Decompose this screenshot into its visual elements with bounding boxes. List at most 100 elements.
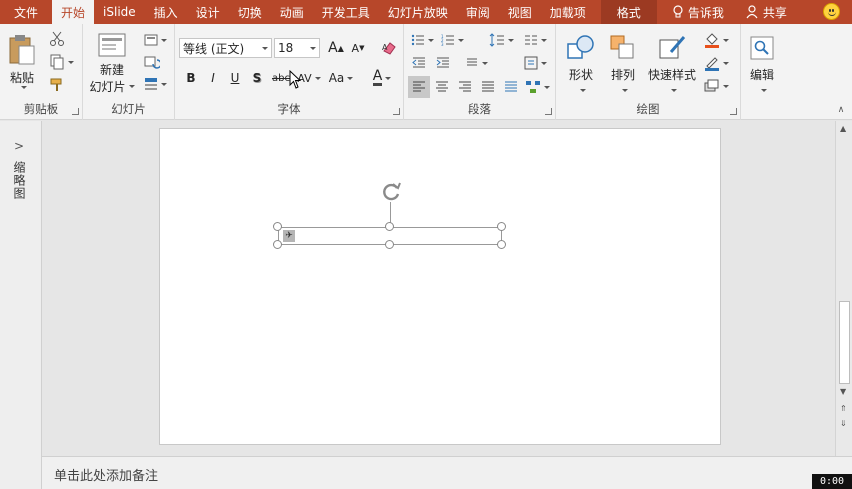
vertical-scrollbar[interactable]: ▲ ▼ ⇑ ⇓: [835, 121, 852, 456]
collapse-ribbon-icon[interactable]: ∧: [834, 104, 848, 116]
smartart-dropdown-icon: [543, 85, 550, 89]
arrange-icon: [610, 35, 634, 59]
cut-button[interactable]: [46, 29, 68, 49]
tab-file[interactable]: 文件: [0, 0, 52, 24]
scroll-thumb[interactable]: [839, 301, 850, 384]
tab-insert[interactable]: 插入: [145, 0, 187, 24]
expand-chevron-icon[interactable]: >: [14, 139, 24, 153]
font-name-value: 等线 (正文): [183, 41, 245, 56]
tab-transitions[interactable]: 切换: [229, 0, 271, 24]
justify-button[interactable]: [477, 76, 499, 98]
paragraph-launcher-icon[interactable]: [545, 108, 552, 115]
font-size-combo[interactable]: 18: [274, 38, 320, 58]
align-left-button[interactable]: [408, 76, 430, 98]
font-name-dropdown-icon[interactable]: [262, 47, 268, 50]
font-color-button[interactable]: A: [367, 68, 397, 88]
grow-font-button[interactable]: A ▲: [326, 38, 346, 58]
scissors-icon: [50, 31, 64, 46]
font-name-combo[interactable]: 等线 (正文): [179, 38, 272, 58]
share-button[interactable]: 共享: [737, 0, 796, 24]
numbering-button[interactable]: 123: [438, 30, 466, 50]
shape-outline-button[interactable]: [701, 53, 731, 73]
notes-placeholder[interactable]: 单击此处添加备注: [54, 465, 158, 484]
shape-fill-button[interactable]: [701, 30, 731, 50]
tab-addins[interactable]: 加载项: [541, 0, 595, 24]
tab-review[interactable]: 审阅: [457, 0, 499, 24]
format-painter-button[interactable]: [46, 75, 68, 95]
decrease-indent-button[interactable]: [408, 53, 430, 73]
reset-icon: [144, 56, 160, 69]
resize-handle-tm[interactable]: [385, 222, 394, 231]
clipboard-launcher-icon[interactable]: [72, 108, 79, 115]
tab-slideshow[interactable]: 幻灯片放映: [379, 0, 457, 24]
change-case-button[interactable]: Aa: [325, 68, 357, 88]
feedback-smiley-icon[interactable]: [823, 3, 840, 20]
bold-button[interactable]: B: [181, 68, 201, 88]
scroll-down-icon[interactable]: ▼: [840, 387, 846, 396]
distributed-button[interactable]: [500, 76, 522, 98]
tab-home[interactable]: 开始: [52, 0, 95, 24]
previous-slide-icon[interactable]: ⇑: [840, 404, 847, 413]
brush-icon: [50, 78, 62, 91]
section-dropdown-icon: [160, 82, 167, 86]
slide-canvas[interactable]: ✈: [159, 128, 721, 445]
tab-view[interactable]: 视图: [499, 0, 541, 24]
tab-animations[interactable]: 动画: [271, 0, 313, 24]
align-text-button[interactable]: [520, 53, 550, 73]
tab-developer[interactable]: 开发工具: [313, 0, 379, 24]
tab-format[interactable]: 格式: [600, 0, 657, 24]
columns-icon: [524, 35, 537, 45]
next-slide-icon[interactable]: ⇓: [840, 419, 847, 428]
notes-pane[interactable]: 单击此处添加备注: [42, 456, 852, 489]
char-spacing-dropdown-icon: [314, 76, 321, 80]
underline-button[interactable]: U: [225, 68, 245, 88]
quick-styles-label: 快速样式: [647, 68, 696, 82]
resize-handle-bm[interactable]: [385, 240, 394, 249]
copy-button[interactable]: [46, 52, 76, 72]
shapes-dropdown-icon: [579, 89, 586, 92]
italic-button[interactable]: I: [203, 68, 223, 88]
reset-button[interactable]: [141, 52, 163, 72]
line-spacing-button[interactable]: [486, 30, 516, 50]
copy-icon: [50, 54, 63, 70]
bullets-button[interactable]: [408, 30, 436, 50]
clear-format-button[interactable]: A: [379, 38, 399, 58]
grow-font-label: A: [328, 40, 338, 56]
section-button[interactable]: [141, 74, 169, 94]
arrange-button[interactable]: 排列: [604, 30, 642, 96]
new-slide-label-1: 新建: [99, 63, 124, 77]
resize-handle-tl[interactable]: [273, 222, 282, 231]
scroll-up-icon[interactable]: ▲: [840, 124, 846, 133]
paste-button[interactable]: 粘贴: [4, 28, 40, 94]
font-launcher-icon[interactable]: [393, 108, 400, 115]
anchor-icon: ✈: [283, 230, 295, 242]
columns-button[interactable]: [520, 30, 550, 50]
text-direction-button[interactable]: [462, 53, 490, 73]
bullets-dropdown-icon: [427, 38, 434, 42]
editing-button[interactable]: 编辑: [743, 30, 781, 96]
paste-dropdown-icon: [20, 85, 27, 89]
shrink-font-button[interactable]: A ▼: [348, 38, 368, 58]
rotate-handle-icon[interactable]: [380, 180, 402, 202]
share-label: 共享: [762, 5, 787, 20]
new-slide-button[interactable]: 新建 幻灯片: [89, 28, 135, 98]
tell-me-button[interactable]: 告诉我: [663, 0, 733, 24]
shadow-button[interactable]: S: [247, 68, 267, 88]
resize-handle-br[interactable]: [497, 240, 506, 249]
drawing-launcher-icon[interactable]: [730, 108, 737, 115]
font-size-dropdown-icon[interactable]: [310, 47, 316, 50]
layout-button[interactable]: [141, 30, 169, 50]
align-right-button[interactable]: [454, 76, 476, 98]
resize-handle-bl[interactable]: [273, 240, 282, 249]
thumbnail-pane-label[interactable]: 缩略图: [11, 161, 28, 200]
tab-islide[interactable]: iSlide: [94, 0, 145, 24]
increase-indent-button[interactable]: [432, 53, 454, 73]
shape-effects-button[interactable]: [701, 76, 731, 96]
resize-handle-tr[interactable]: [497, 222, 506, 231]
smartart-button[interactable]: [522, 76, 552, 98]
tab-design[interactable]: 设计: [187, 0, 229, 24]
quick-styles-button[interactable]: 快速样式: [644, 30, 700, 96]
shapes-button[interactable]: 形状: [562, 30, 600, 96]
group-label-font: 字体: [277, 102, 301, 116]
align-center-button[interactable]: [431, 76, 453, 98]
